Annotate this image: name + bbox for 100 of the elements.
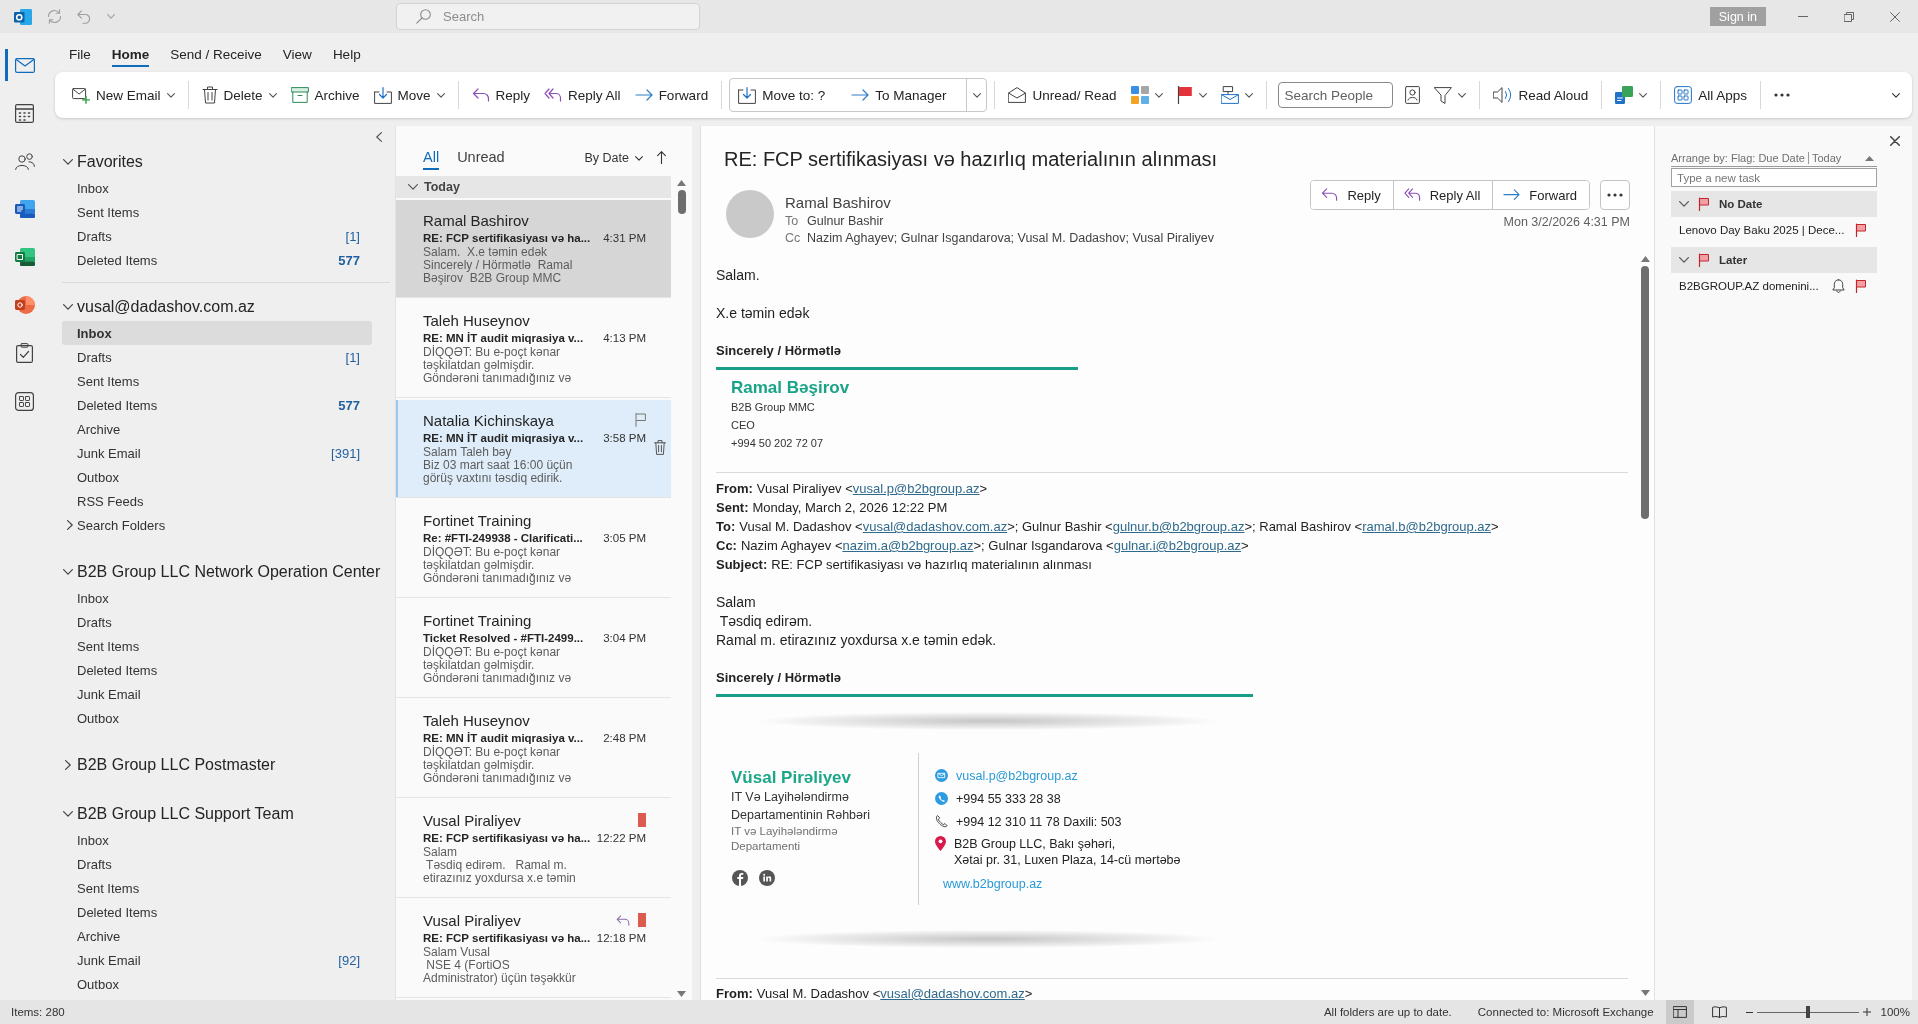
zoom-slider-thumb[interactable] (1805, 1006, 1810, 1018)
folder-item[interactable]: Inbox (62, 586, 372, 610)
reply-all-button[interactable]: Reply All (538, 79, 627, 111)
sort-button[interactable]: By Date (584, 151, 643, 170)
zoom-in-icon[interactable] (1862, 1008, 1871, 1016)
forward-icon (634, 89, 653, 101)
folder-item[interactable]: Inbox (62, 828, 372, 852)
message-item[interactable]: Natalia Kichinskaya RE: MN İT audit miqrasiya v... 3:58 PM Salam Taleh bəy Biz 03 mart saat 16:00 üçün görüş vaxtını təsdiq edirik. (396, 400, 671, 498)
search-field[interactable]: Search (443, 6, 683, 27)
folder-group-header[interactable]: vusal@dadashov.com.az (55, 293, 390, 321)
folder-item[interactable]: Sent Items (62, 876, 372, 900)
delete-message-button[interactable] (654, 440, 666, 455)
social-media-icon[interactable] (759, 870, 775, 886)
message-item[interactable]: Vusal Piraliyev RE: FCP sertifikasiyası və ha... 12:22 PM Salam Təsdiq edirəm. Ramal m. etirazınız yoxdursa x.e təmin (396, 800, 671, 898)
email-link[interactable]: vusal.p@b2bgroup.az (852, 481, 980, 496)
folder-item[interactable]: Junk Email [92] (62, 948, 372, 972)
social-media-icon[interactable] (732, 870, 748, 886)
collapse-pane-button[interactable] (376, 132, 382, 142)
scrollbar-thumb[interactable] (1641, 266, 1649, 519)
open-envelope-icon (1008, 87, 1027, 103)
folder-item[interactable]: Outbox (62, 706, 372, 730)
message-item[interactable]: Vusal Piraliyev RE: FCP sertifikasiyası və ha... 12:18 PM Salam Vusal NSE 4 (FortiOS Administrator) üçün təşəkkür (396, 900, 671, 998)
email-link[interactable]: vusal@dadashov.com.az (880, 986, 1025, 1000)
folder-item[interactable]: Drafts [1] (62, 224, 372, 248)
task-group-header[interactable]: No Date (1671, 191, 1877, 217)
search-people-field[interactable]: Search People (1277, 82, 1393, 108)
preview-text: Salam Taleh bəy Biz 03 mart saat 16:00 üçün görüş vaxtını təsdiq edirik. (423, 446, 574, 485)
folder-item[interactable]: Archive (62, 924, 372, 948)
folder-item[interactable]: Deleted Items 577 (62, 393, 372, 417)
move-button[interactable]: Move (367, 79, 451, 111)
filter-tab[interactable]: All (423, 149, 440, 170)
unread-read-button[interactable]: Unread/ Read (1002, 79, 1123, 111)
folder-item[interactable]: Search Folders (62, 513, 372, 537)
search-bar[interactable]: Search (396, 3, 700, 30)
folder-item[interactable]: Drafts (62, 610, 372, 634)
email-link[interactable]: nazim.a@b2bgroup.az (842, 538, 974, 553)
reply-button[interactable]: Reply (465, 79, 537, 111)
folder-item[interactable]: Junk Email [391] (62, 441, 372, 465)
folder-name: Deleted Items (77, 397, 159, 413)
quick-step-button[interactable]: To Manager (845, 80, 953, 110)
email-link[interactable]: ramal.b@b2bgroup.az (1362, 519, 1492, 534)
menu-tab[interactable]: Home (111, 44, 150, 67)
delete-button[interactable]: Delete (195, 79, 283, 111)
folder-item[interactable]: Sent Items (62, 634, 372, 658)
sort-toggle-button[interactable] (1865, 155, 1877, 161)
new-task-field[interactable]: Type a new task (1671, 168, 1877, 187)
message-item[interactable]: Taleh Huseynov RE: MN İT audit miqrasiya v... 2:48 PM DİQQƏT: Bu e-poçt kənar təşkilatdan gəlmişdir. Göndərəni tanımadığınız və (396, 700, 671, 798)
folder-group-header[interactable]: B2B Group LLC Support Team (55, 800, 390, 828)
task-title[interactable]: Lenovo Day Baku 2025 | Dece... (1679, 224, 1845, 236)
new-email-button[interactable]: New Email (66, 79, 181, 111)
reply-button[interactable]: Reply (1311, 181, 1394, 209)
chevron-left-icon (376, 132, 382, 142)
folder-group-header[interactable]: B2B Group LLC Network Operation Center (55, 558, 390, 586)
normal-view-button[interactable] (1665, 1000, 1694, 1024)
menu-tab[interactable]: Help (332, 44, 361, 67)
close-pane-button[interactable] (1889, 136, 1900, 146)
all-apps-button[interactable]: All Apps (1668, 79, 1754, 111)
folder-item[interactable]: Outbox (62, 972, 372, 996)
task-title[interactable]: B2BGROUP.AZ domenini... (1679, 280, 1822, 292)
task-group-header[interactable]: Later (1671, 247, 1877, 273)
scrollbar-thumb[interactable] (677, 190, 686, 214)
folder-item[interactable]: Inbox (62, 321, 372, 345)
folder-item[interactable]: Drafts (62, 852, 372, 876)
read-aloud-button[interactable]: Read Aloud (1486, 79, 1595, 111)
flag-outline-icon[interactable] (635, 413, 646, 427)
archive-button[interactable]: Archive (284, 79, 366, 111)
folder-item[interactable]: Drafts [1] (62, 345, 372, 369)
folder-group-header[interactable]: B2B Group LLC Postmaster (55, 751, 390, 779)
email-link[interactable]: gulnar.i@b2bgroup.az (1113, 538, 1242, 553)
folder-item[interactable]: Outbox (62, 465, 372, 489)
folder-item[interactable]: Deleted Items (62, 658, 372, 682)
body-line: Salam (716, 593, 757, 612)
folder-item[interactable]: Junk Email (62, 682, 372, 706)
folder-item[interactable]: Archive (62, 417, 372, 441)
subject-text: Ticket Resolved - #FTI-2499... (423, 632, 585, 644)
message-item[interactable]: Ramal Bashirov RE: FCP sertifikasiyası və ha... 4:31 PM Salam. X.e təmin edək Sincerely / Hörmətlə Ramal Bəşirov B2B Group MMC (396, 200, 671, 298)
message-item[interactable]: Taleh Huseynov RE: MN İT audit miqrasiya v... 4:13 PM DİQQƏT: Bu e-poçt kənar təşkilatdan gəlmişdir. Göndərəni tanımadığınız və (396, 300, 671, 398)
folder-item[interactable]: Inbox (62, 176, 372, 200)
forward-button[interactable]: Forward (628, 79, 715, 111)
folder-item[interactable]: Sent Items (62, 369, 372, 393)
menu-tab[interactable]: Send / Receive (170, 44, 262, 67)
menu-tab[interactable]: File (69, 44, 91, 67)
message-item[interactable]: Fortinet Training Re: #FTI-249938 - Clarificati... 3:05 PM DİQQƏT: Bu e-poçt kənar təşkilatdan gəlmişdir. Göndərəni tanımadığınız və (396, 500, 671, 598)
envelope-plus-icon (72, 86, 90, 104)
presentation-app-icon (14, 296, 35, 314)
close-icon[interactable] (1890, 11, 1900, 22)
folder-group-header[interactable]: Favorites (62, 148, 390, 176)
search-icon (416, 9, 431, 24)
email-link[interactable]: vusal@dadashov.com.az (862, 519, 1008, 534)
folder-item[interactable]: Deleted Items (62, 900, 372, 924)
folder-item[interactable]: Deleted Items 577 (62, 248, 372, 272)
filter-tab[interactable]: Unread (457, 149, 505, 170)
date-group-header[interactable]: Today (396, 176, 671, 198)
email-link[interactable]: gulnur.b@b2bgroup.az (1112, 519, 1245, 534)
message-item[interactable]: Fortinet Training Ticket Resolved - #FTI-2499... 3:04 PM DİQQƏT: Bu e-poçt kənar təşkilatdan gəlmişdir. Göndərəni tanımadığınız və (396, 600, 671, 698)
quick-step-button[interactable]: Move to: ? (732, 80, 832, 110)
folder-item[interactable]: Sent Items (62, 200, 372, 224)
menu-tab[interactable]: View (282, 44, 312, 67)
folder-item[interactable]: RSS Feeds (62, 489, 372, 513)
restore-icon[interactable] (1844, 11, 1854, 22)
